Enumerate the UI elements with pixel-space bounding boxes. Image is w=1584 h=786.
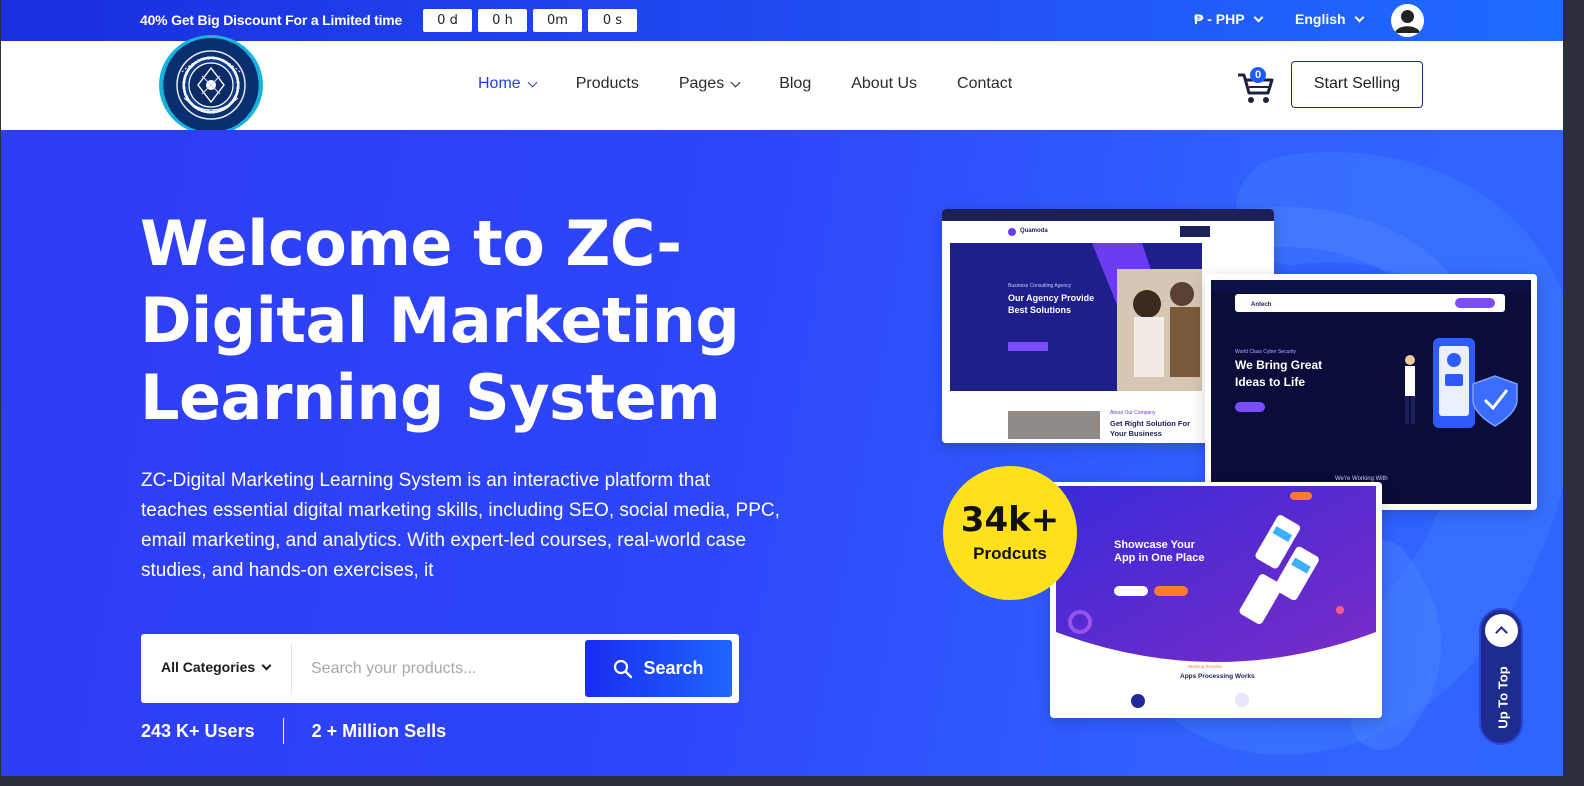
preview3-headline-a: Showcase Your	[1114, 539, 1196, 551]
category-label: All Categories	[161, 659, 256, 675]
window-edge	[1563, 0, 1584, 786]
up-to-top-button[interactable]: Up To Top	[1479, 608, 1523, 745]
currency-selector[interactable]: ₱ - PHP	[1194, 11, 1264, 27]
primary-nav: Home Products Pages Blog About Us Contac…	[478, 75, 1052, 93]
preview1-sub-headline-a: Get Right Solution For	[1110, 419, 1190, 428]
stat-sells: 2 + Million Sells	[311, 720, 447, 741]
products-count-number: 34k+	[960, 500, 1060, 540]
template-preview-app-landing[interactable]: Showcase Your App in One Place Working P…	[1050, 482, 1382, 718]
browser-viewport: 40% Get Big Discount For a Limited time …	[1, 0, 1563, 776]
preview2-kicker: World Class Cyber Security	[1235, 349, 1297, 355]
search-divider	[291, 644, 292, 693]
preview3-footer: Apps Processing Works	[1180, 673, 1255, 680]
nav-about-label: About Us	[851, 75, 918, 92]
search-button[interactable]: Search	[585, 640, 732, 697]
currency-label: ₱ - PHP	[1194, 11, 1245, 27]
chevron-down-icon	[261, 660, 272, 670]
search-icon	[614, 659, 633, 678]
countdown-timer: 0 d 0 h 0m 0 s	[423, 9, 637, 32]
promo-message: Get Big Discount For a Limited time	[171, 12, 403, 28]
products-count-badge: 34k+ Prodcuts	[943, 466, 1077, 600]
promo-text: 40% Get Big Discount For a Limited time	[140, 12, 402, 28]
nav-blog[interactable]: Blog	[779, 75, 811, 93]
chevron-up-icon	[1485, 614, 1518, 647]
search-input[interactable]	[305, 646, 577, 691]
stat-users: 243 K+ Users	[141, 720, 255, 741]
nav-pages[interactable]: Pages	[678, 75, 741, 93]
preview2-headline-a: We Bring Great	[1235, 358, 1322, 372]
product-search-bar: All Categories Search	[141, 634, 739, 703]
nav-contact[interactable]: Contact	[957, 75, 1012, 93]
template-preview-cybersecurity[interactable]: Antech World Class Cyber Security We Bri…	[1205, 274, 1537, 510]
chevron-down-icon	[730, 77, 741, 87]
chevron-down-icon	[1253, 12, 1264, 22]
chevron-down-icon	[527, 77, 538, 87]
nav-pages-label: Pages	[678, 75, 725, 92]
user-avatar-icon[interactable]	[1391, 4, 1424, 37]
preview2-headline-b: Ideas to Life	[1235, 375, 1305, 389]
nav-contact-label: Contact	[957, 75, 1013, 92]
timer-hours: 0 h	[478, 9, 527, 32]
preview1-sub-kicker: About Our Company	[1110, 410, 1156, 416]
timer-seconds: 0 s	[588, 9, 637, 32]
preview3-headline-b: App in One Place	[1114, 552, 1204, 564]
nav-home[interactable]: Home	[478, 75, 538, 93]
preview1-brand: Quamoda	[1020, 228, 1048, 234]
language-selector[interactable]: English	[1295, 11, 1365, 27]
preview1-kicker: Business Consulting Agency	[1008, 283, 1072, 289]
college-logo[interactable]	[159, 35, 263, 135]
preview1-headline-b: Best Solutions	[1008, 305, 1071, 315]
stat-divider	[282, 718, 284, 744]
preview1-sub-headline-b: Your Business	[1110, 429, 1162, 438]
nav-home-label: Home	[478, 75, 521, 92]
promo-percent: 40%	[140, 12, 168, 28]
main-navbar: Home Products Pages Blog About Us Contac…	[1, 35, 1563, 135]
nav-blog-label: Blog	[779, 75, 812, 92]
hero-stats: 243 K+ Users 2 + Million Sells	[141, 718, 446, 744]
timer-minutes: 0m	[533, 9, 582, 32]
timer-days: 0 d	[423, 9, 472, 32]
up-to-top-label: Up To Top	[1495, 666, 1511, 729]
chevron-down-icon	[1354, 12, 1365, 22]
hero-title: Welcome to ZC-Digital Marketing Learning…	[140, 207, 740, 434]
start-selling-button[interactable]: Start Selling	[1291, 61, 1423, 108]
promo-topbar: 40% Get Big Discount For a Limited time …	[1, 0, 1563, 41]
preview1-headline-a: Our Agency Provide	[1008, 293, 1094, 303]
hero-section: Welcome to ZC-Digital Marketing Learning…	[1, 130, 1563, 776]
search-button-label: Search	[643, 658, 704, 678]
products-count-label: Prodcuts	[973, 544, 1047, 563]
preview3-kicker: Working Process	[1188, 664, 1223, 669]
cart-count-badge: 0	[1250, 67, 1266, 83]
language-label: English	[1295, 11, 1346, 27]
nav-about-us[interactable]: About Us	[851, 75, 917, 93]
hero-description: ZC-Digital Marketing Learning System is …	[141, 470, 780, 581]
nav-products[interactable]: Products	[576, 75, 639, 93]
category-dropdown[interactable]: All Categories	[161, 659, 272, 675]
nav-products-label: Products	[575, 75, 639, 92]
preview2-brand: Antech	[1251, 302, 1272, 308]
